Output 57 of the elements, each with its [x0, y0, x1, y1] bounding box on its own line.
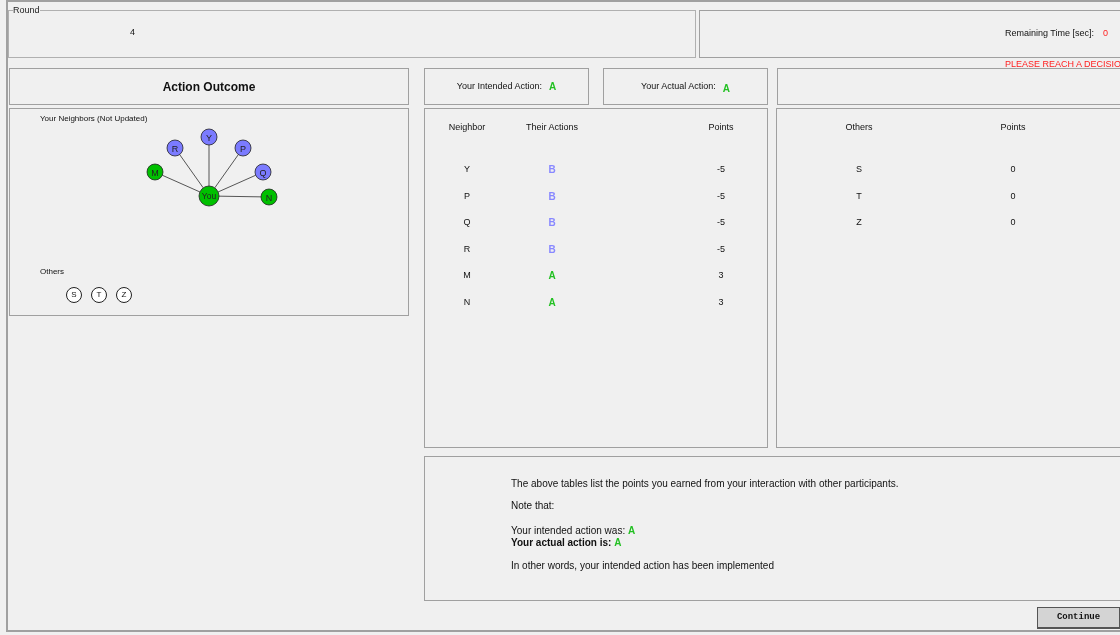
conclusion-text: In other words, your intended action has been implemented — [511, 559, 774, 573]
neighbor-node: P — [234, 139, 252, 157]
table-cell: T — [856, 189, 862, 203]
intended-action-label: Your Intended Action: — [456, 79, 542, 93]
table-cell-text: 3 — [718, 269, 724, 282]
column-header: Points — [1000, 121, 1026, 134]
table-cell: -5 — [717, 242, 725, 256]
round-number: 4 — [130, 25, 135, 39]
timer-label: Remaining Time [sec]: — [1004, 27, 1094, 41]
table-cell-text: A — [548, 269, 556, 284]
neighbor-node: M — [146, 163, 164, 181]
others-title: Others — [40, 266, 64, 278]
table-cell-text: S — [856, 163, 862, 176]
table-cell: N — [463, 295, 471, 309]
table-cell: P — [464, 189, 470, 203]
table-cell: 0 — [1010, 189, 1016, 203]
outcome-title: Action Outcome — [162, 78, 256, 96]
neighbor-node: Y — [200, 128, 218, 146]
column-header: Neighbor — [448, 121, 486, 134]
table-cell-text: B — [548, 163, 556, 178]
column-header: Points — [708, 121, 734, 134]
table-cell-text: B — [548, 216, 556, 231]
intro-text: The above tables list the points you earned from your interaction with other participants. — [511, 477, 899, 491]
actual-action-label: Your Actual Action: — [641, 79, 716, 93]
column-header: Their Actions — [526, 121, 578, 134]
intended-action-value: A — [549, 80, 557, 94]
table-cell-text: M — [463, 269, 471, 282]
you-node: You — [198, 185, 220, 207]
warning-message: PLEASE REACH A DECISIO — [1004, 60, 1120, 68]
neighbors-title: Your Neighbors (Not Updated) — [40, 113, 148, 125]
neighbor-node: N — [260, 188, 278, 206]
other-node: T — [91, 287, 107, 303]
timer-value: 0 — [1103, 27, 1108, 41]
table-cell-text: B — [548, 242, 556, 257]
neighbor-node: Q — [254, 163, 272, 181]
result-line: Your actual action is: A — [511, 537, 622, 549]
other-node: S — [66, 287, 82, 303]
continue-button[interactable]: Continue — [1037, 607, 1120, 629]
table-cell-text: B — [548, 189, 556, 204]
note-text: Note that: — [511, 499, 555, 513]
actual-action-value: A — [722, 81, 730, 96]
table-cell: -5 — [717, 189, 725, 203]
table-cell-text: 0 — [1010, 163, 1016, 176]
table-cell-text: Z — [856, 216, 862, 229]
table-cell: R — [463, 242, 471, 256]
result-line: Your intended action was: A — [511, 525, 636, 537]
table-cell-text: Y — [464, 163, 470, 176]
other-node: Z — [116, 287, 132, 303]
table-cell-text: 0 — [1010, 216, 1016, 229]
column-header: Others — [845, 121, 873, 134]
table-cell-text: -5 — [717, 163, 725, 176]
table-cell-text: -5 — [717, 216, 725, 229]
round-legend: Round — [13, 4, 40, 18]
table-cell-text: A — [548, 295, 556, 310]
table-cell: 3 — [718, 295, 724, 309]
neighbor-node: R — [166, 139, 184, 157]
table-cell-text: Q — [463, 216, 471, 229]
